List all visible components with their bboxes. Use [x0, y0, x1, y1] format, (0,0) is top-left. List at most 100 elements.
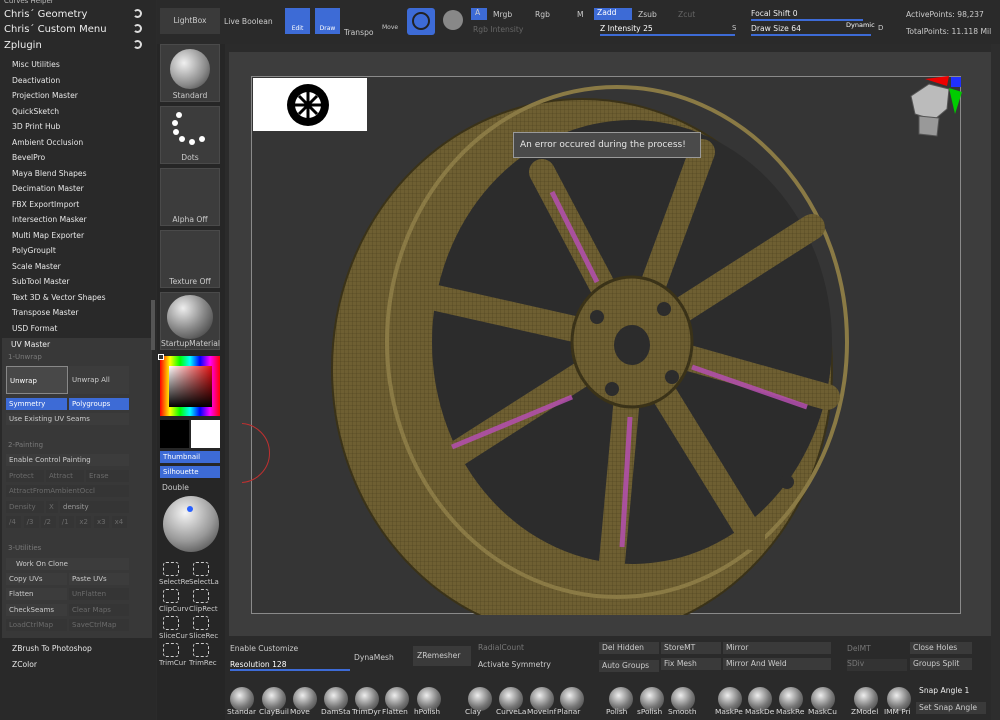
- a-button[interactable]: A: [471, 8, 487, 20]
- menu-zcolor[interactable]: ZColor: [12, 660, 37, 669]
- lightbox-button[interactable]: LightBox: [160, 8, 220, 34]
- stroke-thumbnail[interactable]: Dots: [160, 106, 220, 164]
- enable-control-painting-toggle[interactable]: Enable Control Painting: [6, 454, 129, 466]
- density-multiplier-button[interactable]: /1: [58, 516, 74, 528]
- selection-tool-label[interactable]: SelectLa: [189, 578, 221, 586]
- material-mode-icon[interactable]: [443, 10, 463, 30]
- mrgb-button[interactable]: Mrgb: [493, 10, 512, 19]
- focal-shift-slider[interactable]: Focal Shift 0: [751, 9, 798, 18]
- brush-label[interactable]: hPolish: [414, 707, 440, 716]
- refresh-icon[interactable]: [133, 40, 142, 49]
- zsub-button[interactable]: Zsub: [638, 10, 657, 19]
- groups-split-button[interactable]: Groups Split: [910, 658, 972, 670]
- plugin-item[interactable]: Multi Map Exporter: [12, 231, 84, 240]
- selection-tool-icon[interactable]: [193, 562, 209, 576]
- symmetry-toggle[interactable]: Symmetry: [6, 398, 67, 410]
- plugin-item[interactable]: Projection Master: [12, 91, 78, 100]
- save-ctrl-map-button[interactable]: SaveCtrlMap: [69, 619, 129, 631]
- secondary-color-swatch[interactable]: [160, 420, 189, 448]
- color-picker[interactable]: [158, 354, 220, 416]
- refresh-icon[interactable]: [133, 9, 142, 18]
- light-sphere[interactable]: [163, 496, 219, 552]
- live-boolean-button[interactable]: Live Boolean: [224, 17, 273, 26]
- selection-tool-icon[interactable]: [163, 562, 179, 576]
- brush-label[interactable]: Smooth: [668, 707, 697, 716]
- rgb-button[interactable]: Rgb: [535, 10, 550, 19]
- load-ctrl-map-button[interactable]: LoadCtrlMap: [6, 619, 67, 631]
- plugin-item[interactable]: Decimation Master: [12, 184, 84, 193]
- uv-master-title[interactable]: UV Master: [11, 340, 50, 349]
- density-multiplier-button[interactable]: x3: [94, 516, 109, 528]
- plugin-item[interactable]: QuickSketch: [12, 107, 59, 116]
- brush-label[interactable]: ZModel: [851, 707, 878, 716]
- zremesher-button[interactable]: ZRemesher: [413, 646, 471, 666]
- selection-tool-label[interactable]: ClipCurv: [159, 605, 191, 613]
- brush-label[interactable]: MaskPe: [715, 707, 743, 716]
- brush-thumbnail[interactable]: Standard: [160, 44, 220, 102]
- brush-label[interactable]: MaskDe: [745, 707, 774, 716]
- clear-maps-button[interactable]: Clear Maps: [69, 604, 129, 616]
- unflatten-button[interactable]: UnFlatten: [69, 588, 129, 600]
- selection-tool-label[interactable]: TrimRec: [189, 659, 221, 667]
- selection-tool-icon[interactable]: [193, 643, 209, 657]
- panel-scrollbar[interactable]: [151, 300, 155, 350]
- brush-label[interactable]: MaskCu: [808, 707, 837, 716]
- radial-count-button[interactable]: RadialCount: [478, 643, 524, 652]
- auto-groups-button[interactable]: Auto Groups: [599, 660, 659, 672]
- menu-chris-custom[interactable]: Chris´ Custom Menu: [0, 23, 156, 36]
- transpose-button[interactable]: Transpo: [344, 28, 374, 37]
- main-color-swatch[interactable]: [191, 420, 220, 448]
- right-panel-edge[interactable]: [991, 44, 1000, 720]
- light-position-dot[interactable]: [187, 506, 193, 512]
- plugin-item[interactable]: Ambient Occlusion: [12, 138, 83, 147]
- density-x-button[interactable]: X: [46, 501, 58, 513]
- material-thumbnail[interactable]: StartupMaterial: [160, 292, 220, 350]
- brush-label[interactable]: IMM Pri: [884, 707, 911, 716]
- selection-tool-icon[interactable]: [163, 616, 179, 630]
- work-on-clone-button[interactable]: Work On Clone: [6, 558, 129, 570]
- texture-thumbnail[interactable]: Texture Off: [160, 230, 220, 288]
- set-snap-angle-button[interactable]: Set Snap Angle: [916, 702, 986, 714]
- del-hidden-button[interactable]: Del Hidden: [599, 642, 659, 654]
- selection-tool-icon[interactable]: [163, 589, 179, 603]
- checkseams-button[interactable]: CheckSeams: [6, 604, 67, 616]
- density-button[interactable]: Density: [6, 501, 44, 513]
- copy-uvs-button[interactable]: Copy UVs: [6, 573, 67, 585]
- selection-tool-icon[interactable]: [193, 616, 209, 630]
- polygroups-toggle[interactable]: Polygroups: [69, 398, 129, 410]
- m-button[interactable]: M: [577, 10, 584, 19]
- plugin-item[interactable]: SubTool Master: [12, 277, 70, 286]
- mirror-and-weld-button[interactable]: Mirror And Weld: [723, 658, 831, 670]
- sdiv-slider[interactable]: SDiv: [847, 659, 907, 671]
- density-slider[interactable]: density: [60, 501, 129, 513]
- density-multiplier-button[interactable]: x2: [76, 516, 92, 528]
- density-multiplier-button[interactable]: /4: [6, 516, 21, 528]
- attract-from-ao-button[interactable]: AttractFromAmbientOccl: [6, 485, 129, 497]
- paste-uvs-button[interactable]: Paste UVs: [69, 573, 129, 585]
- silhouette-button[interactable]: Silhouette: [160, 466, 220, 478]
- brush-label[interactable]: DamSta: [321, 707, 351, 716]
- zadd-button[interactable]: Zadd: [594, 8, 632, 20]
- rgb-intensity-slider[interactable]: Rgb Intensity: [473, 25, 591, 35]
- reference-image[interactable]: [253, 78, 367, 131]
- plugin-item[interactable]: Deactivation: [12, 76, 60, 85]
- refresh-icon[interactable]: [133, 24, 142, 33]
- flatten-button[interactable]: Flatten: [6, 588, 67, 600]
- move-button[interactable]: Move: [382, 24, 398, 31]
- alpha-thumbnail[interactable]: Alpha Off: [160, 168, 220, 226]
- close-holes-button[interactable]: Close Holes: [910, 642, 972, 654]
- selection-tool-label[interactable]: SelectRe: [159, 578, 191, 586]
- erase-button[interactable]: Erase: [86, 470, 129, 482]
- unwrap-all-button[interactable]: Unwrap All: [69, 366, 129, 394]
- plugin-item[interactable]: Intersection Masker: [12, 215, 87, 224]
- attract-button[interactable]: Attract: [46, 470, 84, 482]
- zcut-button[interactable]: Zcut: [678, 10, 695, 19]
- menu-chris-geometry[interactable]: Chris´ Geometry: [0, 8, 156, 21]
- plugin-item[interactable]: Maya Blend Shapes: [12, 169, 87, 178]
- selection-tool-icon[interactable]: [163, 643, 179, 657]
- unwrap-button[interactable]: Unwrap: [6, 366, 68, 394]
- store-mt-button[interactable]: StoreMT: [661, 642, 721, 654]
- brush-label[interactable]: Flatten: [382, 707, 408, 716]
- brush-label[interactable]: Clay: [465, 707, 481, 716]
- selection-tool-icon[interactable]: [193, 589, 209, 603]
